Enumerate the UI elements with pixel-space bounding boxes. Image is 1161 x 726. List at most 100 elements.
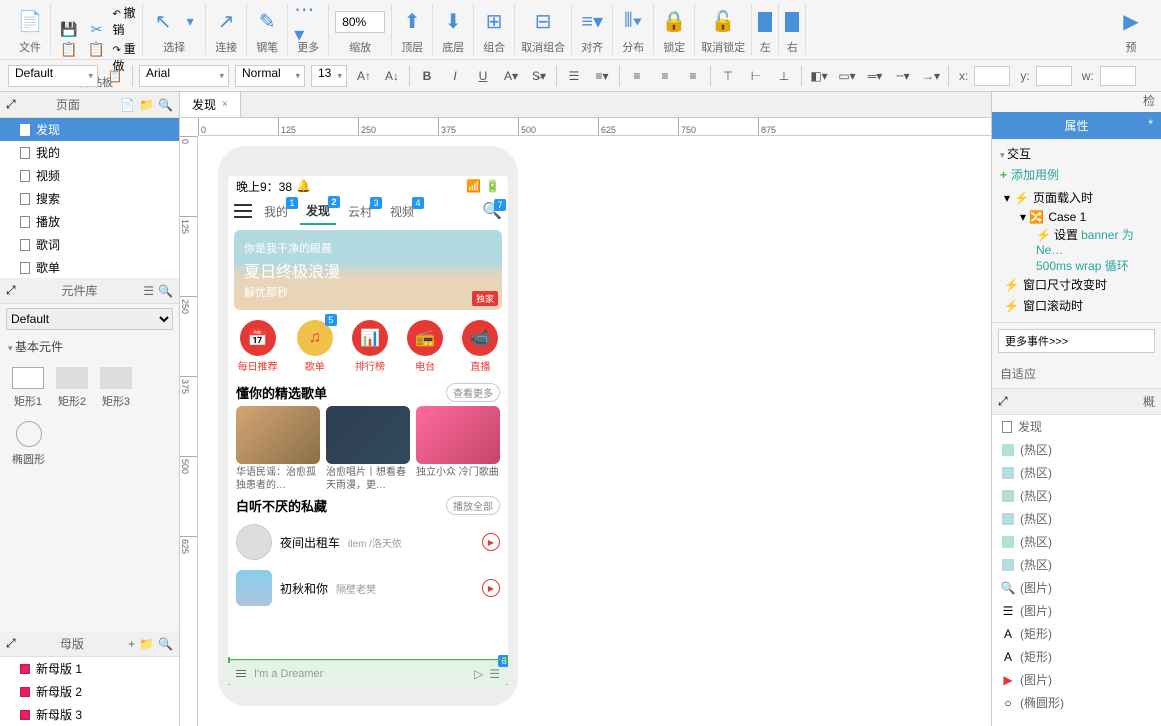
pen-icon[interactable]: ✎ [253,8,281,36]
clipboard-copy-icon[interactable]: 📋 [60,40,78,58]
add-folder-icon[interactable]: 📁 [139,98,154,112]
outline-item[interactable]: ☰(图片) [992,599,1161,622]
outline-item[interactable]: (热区) [992,530,1161,553]
inspector-toggle[interactable]: 检 [992,92,1161,112]
text-color-icon[interactable]: A▾ [500,65,522,87]
valign-mid-icon[interactable]: ⊢ [745,65,767,87]
distribute-icon[interactable]: ⫴▾ [619,8,647,36]
align-icon[interactable]: ≡▾ [578,8,606,36]
event-case[interactable]: ▾ 🔀 Case 1 [1004,208,1153,226]
lib-section-basic[interactable]: 基本元件 [0,334,179,359]
song-2[interactable]: 初秋和你隔壁老樊▶ [236,565,500,611]
align-right-text-icon[interactable]: ≡ [682,65,704,87]
outline-root[interactable]: 发现 [992,415,1161,438]
align-left-icon[interactable] [758,12,772,32]
outline-item[interactable]: (热区) [992,484,1161,507]
border-width-icon[interactable]: ═▾ [864,65,886,87]
master-item-1[interactable]: 新母版 1 [0,657,179,680]
canvas-tab[interactable]: 发现× [180,92,241,117]
search-pages-icon[interactable]: 🔍 [158,98,173,112]
size-up-icon[interactable]: A↑ [353,65,375,87]
master-search-icon[interactable]: 🔍 [158,637,173,651]
x-input[interactable] [974,66,1010,86]
more-events-button[interactable]: 更多事件>>> [998,329,1155,353]
outline-item[interactable]: (热区) [992,461,1161,484]
shape-rect3[interactable]: 矩形3 [100,367,132,409]
send-back-icon[interactable]: ⬇ [439,8,467,36]
search-icon[interactable]: 🔍7 [482,201,502,221]
card-3[interactable]: 独立小众 冷门歌曲 [416,406,500,492]
play-icon[interactable]: ▶ [482,533,500,551]
fill-color-icon[interactable]: ◧▾ [808,65,830,87]
page-item-mine[interactable]: 我的 [0,141,179,164]
master-folder-icon[interactable]: 📁 [139,637,154,651]
song-1[interactable]: 夜间出租车ilem /洛天依▶ [236,519,500,565]
unlock-icon[interactable]: 🔓 [709,8,737,36]
page-item-video[interactable]: 视频 [0,164,179,187]
group-icon[interactable]: ⊞ [480,8,508,36]
w-input[interactable] [1100,66,1136,86]
strikethrough-icon[interactable]: S̶▾ [528,65,550,87]
align-right-icon[interactable] [785,12,799,32]
size-dropdown[interactable]: 13 [311,65,347,87]
outline-item[interactable]: ▶(图片) [992,668,1161,691]
shape-ellipse[interactable]: 椭圆形 [12,421,45,467]
lib-dropdown[interactable]: Default [6,308,173,330]
outline-item[interactable]: A(矩形) [992,622,1161,645]
add-master-icon[interactable]: + [128,637,135,651]
y-input[interactable] [1036,66,1072,86]
connect-icon[interactable]: ↗ [212,8,240,36]
border-style-icon[interactable]: ╌▾ [892,65,914,87]
line-spacing-icon[interactable]: ≡▾ [591,65,613,87]
preview-icon[interactable]: ▶ [1117,8,1145,36]
ungroup-icon[interactable]: ⊟ [529,8,557,36]
quick-radio[interactable]: 📻电台 [407,320,443,373]
underline-icon[interactable]: U [472,65,494,87]
select-dropdown-icon[interactable]: ▾ [181,13,199,31]
hamburger-icon[interactable] [234,204,252,218]
shape-rect1[interactable]: 矩形1 [12,367,44,409]
nav-village[interactable]: 云村3 [342,199,378,224]
align-center-text-icon[interactable]: ≡ [654,65,676,87]
shape-rect2[interactable]: 矩形2 [56,367,88,409]
border-color-icon[interactable]: ▭▾ [836,65,858,87]
file-icon[interactable]: 📄 [16,8,44,36]
properties-tab[interactable]: 属性* [992,112,1161,139]
font-dropdown[interactable]: Arial [139,65,229,87]
mini-player[interactable]: 6 I'm a Dreamer ▷☰ [228,660,508,686]
master-item-2[interactable]: 新母版 2 [0,680,179,703]
outline-collapse-icon[interactable]: ⤢ [998,394,1008,409]
bullet-icon[interactable]: ☰ [563,65,585,87]
cut-icon[interactable]: ✂ [88,20,106,38]
paste-icon[interactable]: 📋 [88,40,106,58]
weight-dropdown[interactable]: Normal [235,65,305,87]
banner[interactable]: 你是我干净的眼晨 夏日终极浪漫 解忧那秒 独家 [234,230,502,310]
bold-icon[interactable]: B [416,65,438,87]
outline-item[interactable]: ○(椭圆形) [992,691,1161,714]
add-page-icon[interactable]: 📄 [120,98,135,112]
play-icon[interactable]: ▶ [482,579,500,597]
page-item-playlist[interactable]: 歌单 [0,256,179,278]
save-icon[interactable]: 💾 [60,20,78,38]
nav-discover[interactable]: 发现2 [300,198,336,225]
undo-label[interactable]: ↶ 撤销 [112,4,136,38]
event-scroll[interactable]: ⚡窗口滚动时 [1004,295,1153,316]
outline-item[interactable]: (热区) [992,438,1161,461]
outline-item[interactable]: (热区) [992,507,1161,530]
quick-daily[interactable]: 📅每日推荐 [238,320,278,373]
zoom-input[interactable] [335,11,385,33]
event-page-load[interactable]: ▾ ⚡页面载入时 [1004,187,1153,208]
page-item-discover[interactable]: 发现 [0,118,179,141]
page-item-play[interactable]: 播放 [0,210,179,233]
interaction-section[interactable]: 交互 [1000,145,1153,162]
page-item-lyrics[interactable]: 歌词 [0,233,179,256]
collapse-lib-icon[interactable]: ⤢ [6,283,16,298]
page-item-search[interactable]: 搜索 [0,187,179,210]
lib-menu-icon[interactable]: ☰ [143,284,154,298]
format-painter-icon[interactable]: 📋 [104,65,126,87]
italic-icon[interactable]: I [444,65,466,87]
size-down-icon[interactable]: A↓ [381,65,403,87]
sec1-more[interactable]: 查看更多 [446,383,500,402]
outline-item[interactable]: 🔍(图片) [992,576,1161,599]
sec2-more[interactable]: 播放全部 [446,496,500,515]
